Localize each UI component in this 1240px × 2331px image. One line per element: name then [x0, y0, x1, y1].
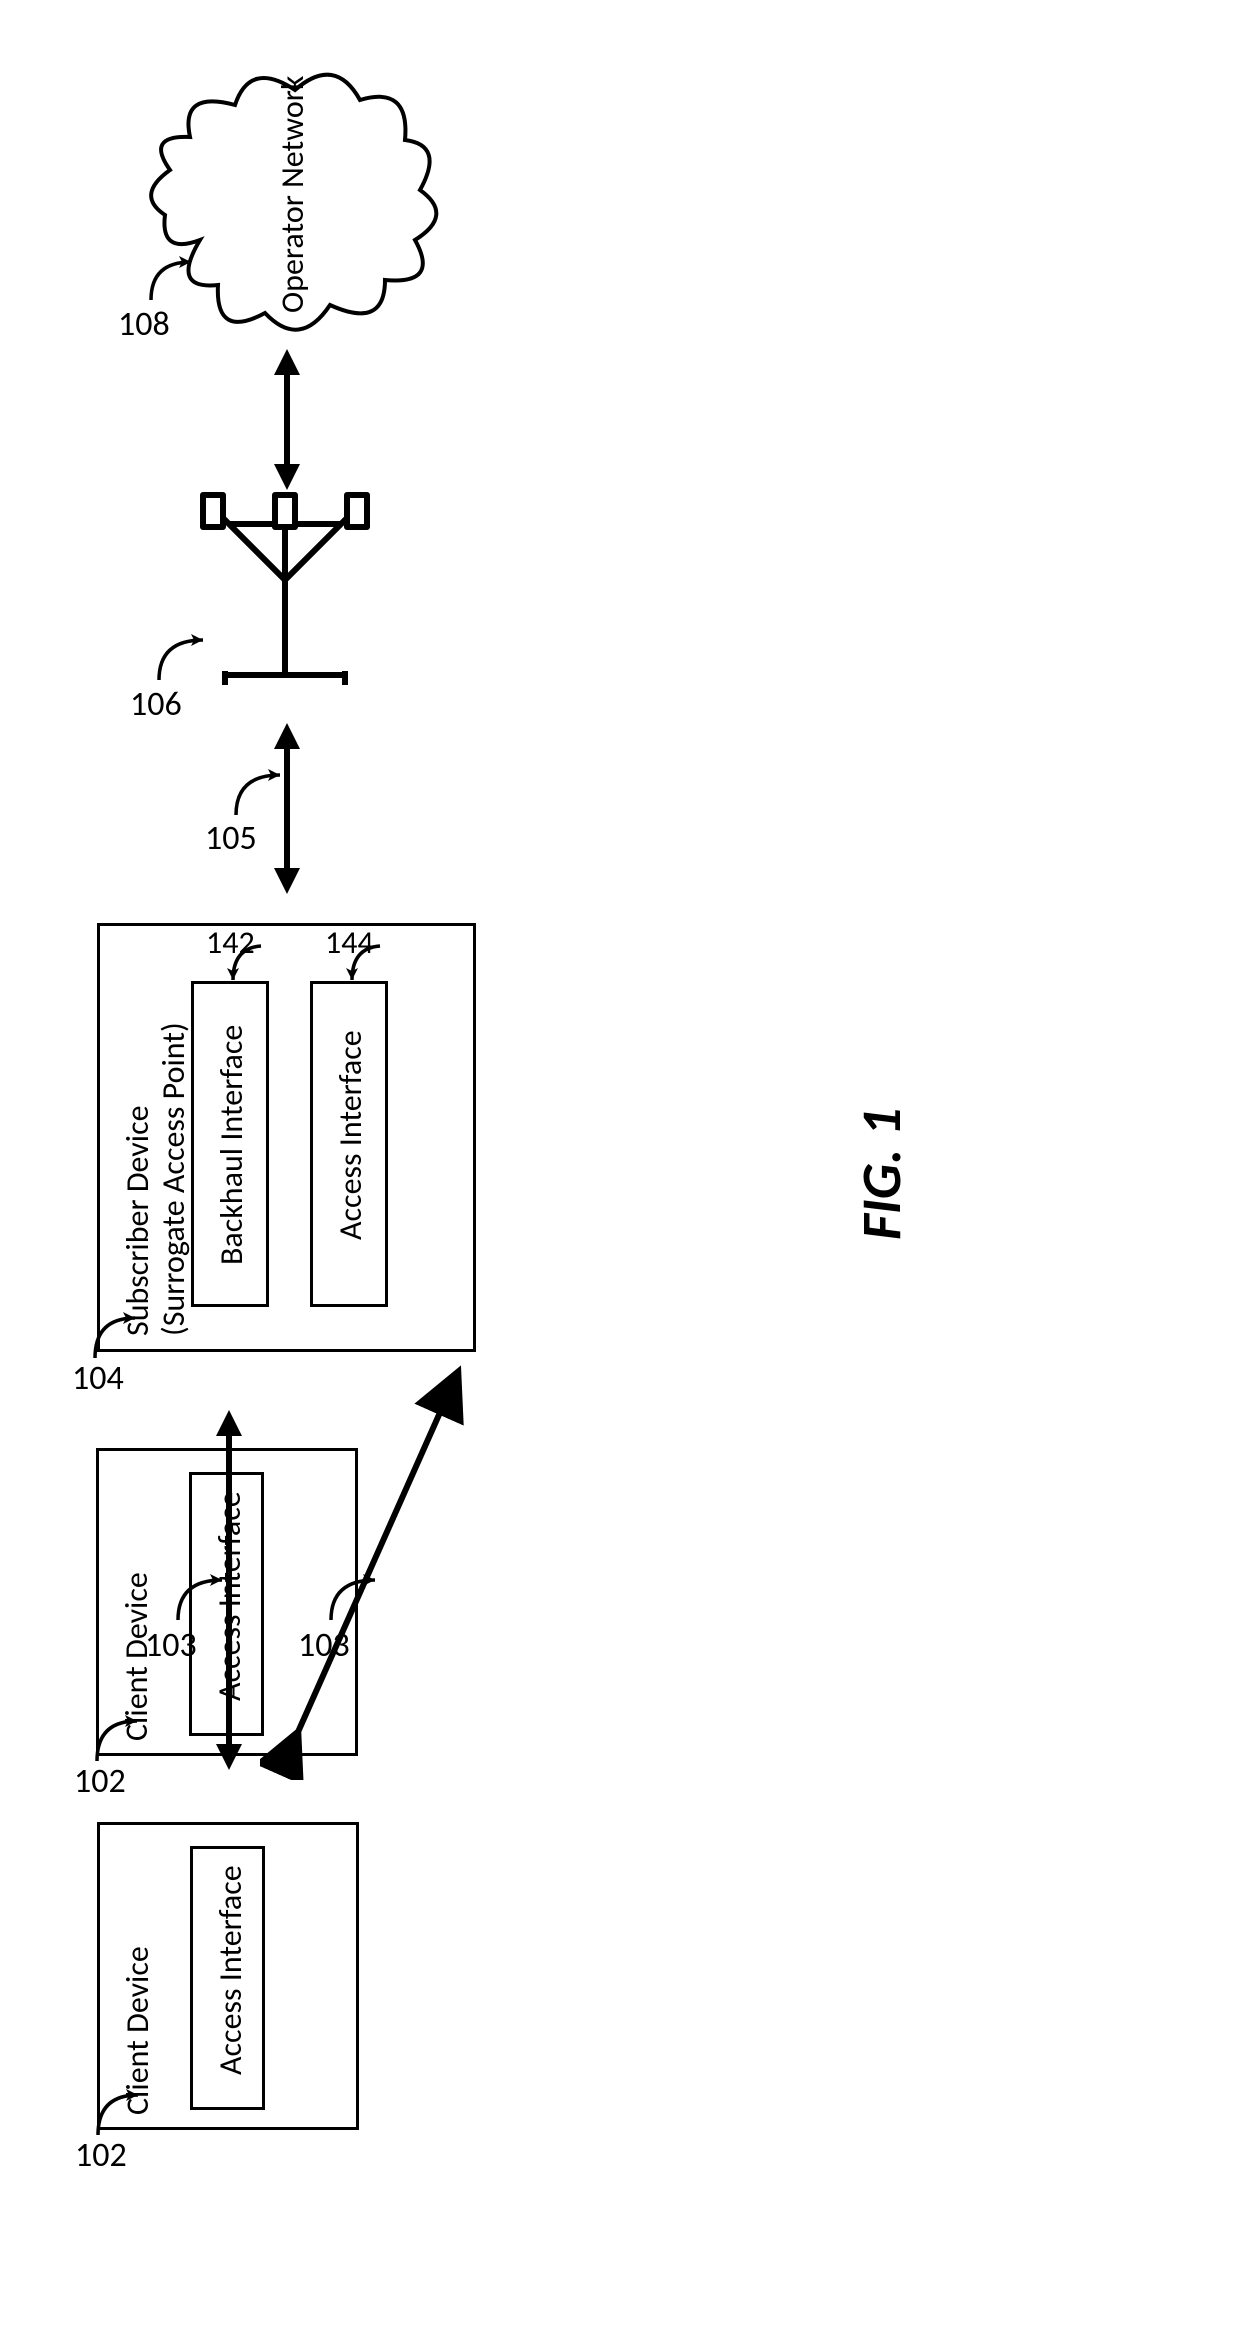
ref-108: 108	[118, 304, 170, 345]
arrow-103-b	[260, 1360, 480, 1780]
cell-tower-icon	[170, 475, 400, 705]
subscriber-title-line2: (Surrogate Access Point)	[156, 1022, 193, 1336]
ref-106: 106	[130, 684, 182, 725]
arrow-103-a-head-down	[216, 1744, 242, 1770]
arrow-105	[284, 743, 290, 874]
ref-103-b: 103	[298, 1625, 350, 1666]
arrow-105-head-up	[274, 723, 300, 749]
ref-105: 105	[205, 818, 257, 859]
ref-142: 142	[206, 923, 255, 962]
subscriber-title-line1: Subscriber Device	[120, 1105, 157, 1336]
arrow-103-a	[226, 1430, 232, 1750]
ref-144: 144	[325, 923, 374, 962]
ref-102-client1: 102	[75, 2135, 127, 2176]
ref-102-client2: 102	[74, 1761, 126, 1802]
ref-104: 104	[72, 1358, 124, 1399]
backhaul-interface-label: Backhaul Interface	[214, 1025, 251, 1265]
client-device-1-title: Client Device	[120, 1946, 157, 2115]
access-interface-label: Access Interface	[333, 1030, 370, 1240]
arrow-tower-cloud	[284, 369, 290, 470]
figure-1-canvas: Client Device Access Interface 102 Clien…	[0, 0, 1240, 2331]
arrow-103-a-head-up	[216, 1410, 242, 1436]
ref-103-a: 103	[145, 1625, 197, 1666]
operator-network-label: Operator Network	[275, 76, 312, 313]
client-device-1-inner-label: Access Interface	[213, 1865, 250, 2075]
figure-caption: FIG. 1	[850, 1108, 914, 1240]
arrow-tower-cloud-head-down	[274, 464, 300, 490]
arrow-105-head-down	[274, 868, 300, 894]
